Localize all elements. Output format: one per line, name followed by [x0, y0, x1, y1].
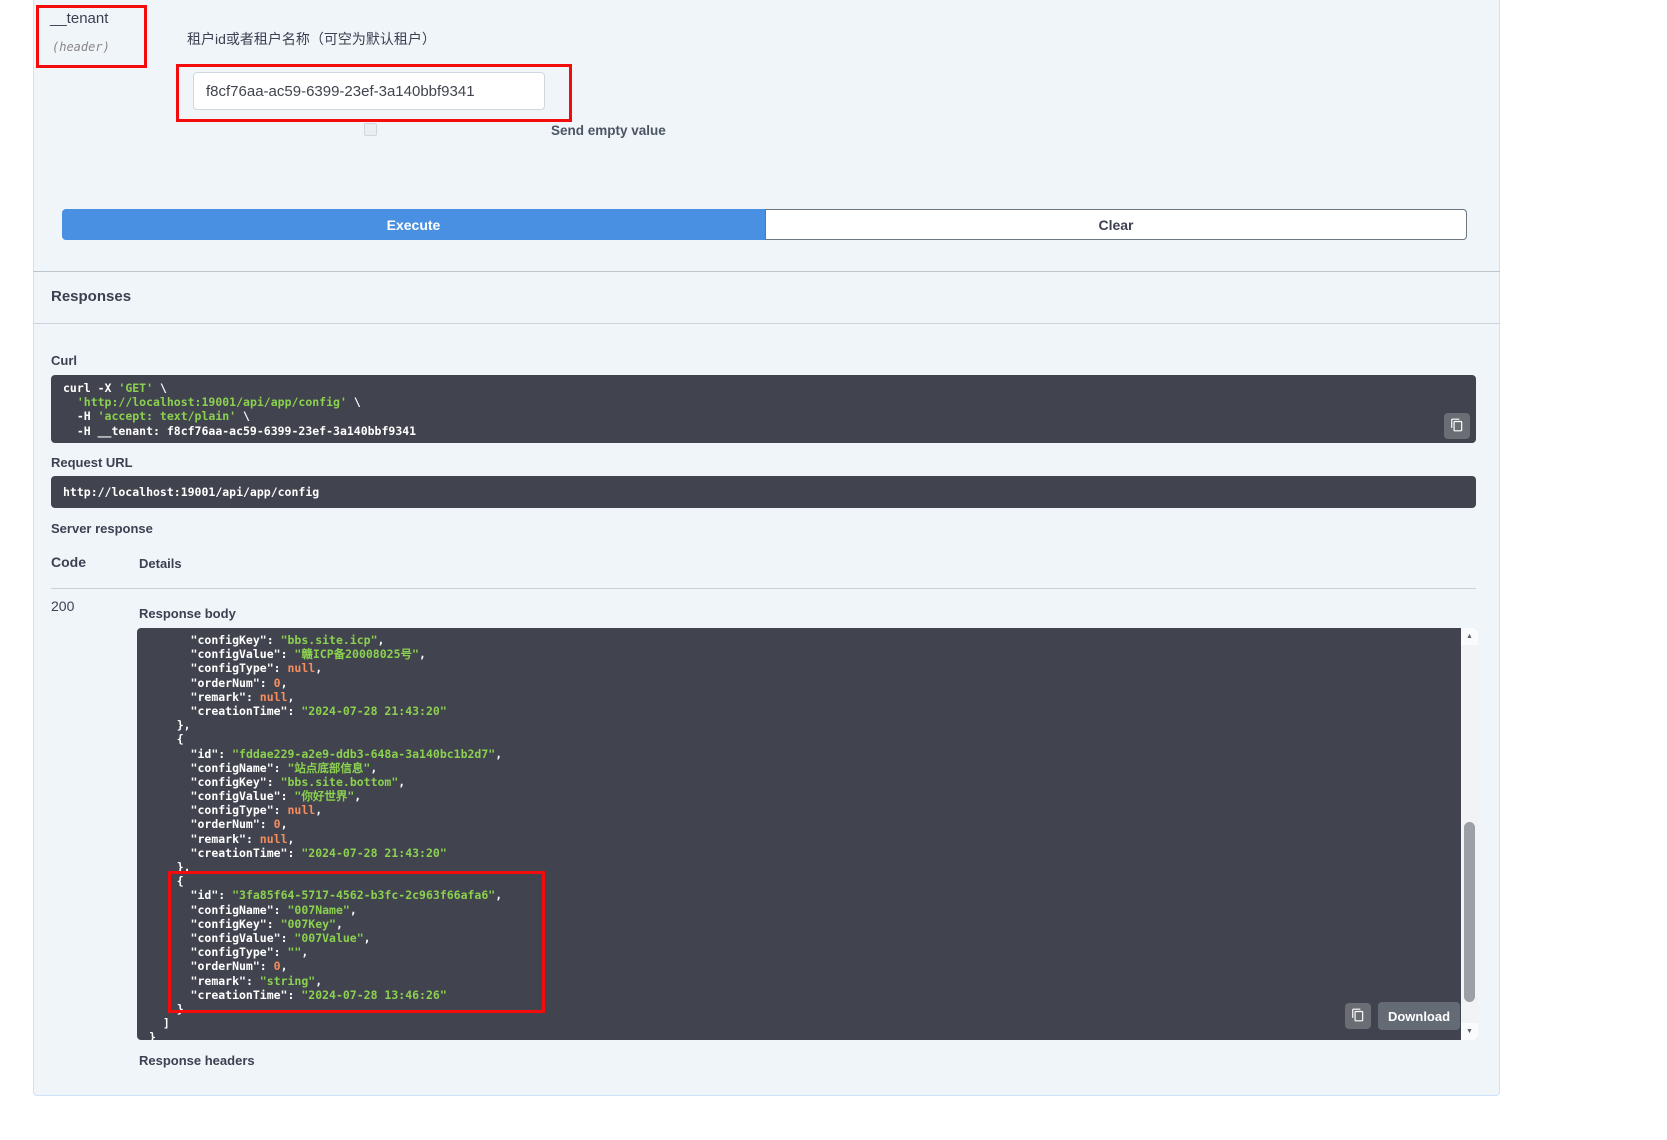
request-url-value: http://localhost:19001/api/app/config [63, 485, 1464, 499]
response-body-block[interactable]: "configKey": "bbs.site.icp", "configValu… [137, 628, 1478, 1040]
code-line: "creationTime": "2024-07-28 13:46:26" [149, 988, 1466, 1002]
code-line: curl -X 'GET' \ [63, 381, 1464, 395]
code-line: "id": "3fa85f64-5717-4562-b3fc-2c963f66a… [149, 888, 1466, 902]
scrollbar-thumb[interactable] [1464, 822, 1475, 1002]
code-line: } [149, 1030, 1466, 1040]
code-line: "configKey": "bbs.site.bottom", [149, 775, 1466, 789]
execute-button[interactable]: Execute [62, 209, 765, 240]
code-line: "remark": "string", [149, 974, 1466, 988]
swagger-operation-panel: __tenant (header) 租户id或者租户名称（可空为默认租户） Se… [0, 0, 1667, 1140]
tenant-input[interactable] [193, 72, 545, 110]
download-button[interactable]: Download [1378, 1002, 1460, 1030]
request-url-label: Request URL [51, 455, 133, 470]
scroll-down-icon: ▼ [1466, 1028, 1473, 1035]
param-location: (header) [52, 40, 110, 54]
code-line: "id": "fddae229-a2e9-ddb3-648a-3a140bc1b… [149, 747, 1466, 761]
code-line: "configKey": "007Key", [149, 917, 1466, 931]
status-code: 200 [51, 598, 74, 614]
curl-command-block: curl -X 'GET' \ 'http://localhost:19001/… [51, 375, 1476, 443]
response-body-label: Response body [139, 606, 236, 621]
clipboard-icon [1351, 1008, 1365, 1025]
code-line: "remark": null, [149, 690, 1466, 704]
param-name: __tenant [50, 10, 108, 27]
code-line: -H 'accept: text/plain' \ [63, 409, 1464, 423]
code-line: "configType": null, [149, 661, 1466, 675]
code-line: "creationTime": "2024-07-28 21:43:20" [149, 846, 1466, 860]
param-description: 租户id或者租户名称（可空为默认租户） [187, 29, 436, 49]
code-line: "creationTime": "2024-07-28 21:43:20" [149, 704, 1466, 718]
code-line: ] [149, 1016, 1466, 1030]
code-line: }, [149, 718, 1466, 732]
code-line: { [149, 732, 1466, 746]
copy-curl-button[interactable] [1444, 413, 1470, 439]
response-body-scrollbar[interactable]: ▲ ▼ [1461, 628, 1478, 1040]
code-line: }, [149, 860, 1466, 874]
code-line: { [149, 874, 1466, 888]
curl-label: Curl [51, 353, 77, 368]
code-line: "configType": null, [149, 803, 1466, 817]
code-line: "remark": null, [149, 832, 1466, 846]
scroll-up-icon: ▲ [1466, 633, 1473, 640]
code-line: "configKey": "bbs.site.icp", [149, 633, 1466, 647]
code-line: "configValue": "赣ICP备20008025号", [149, 647, 1466, 661]
divider [33, 323, 1500, 324]
divider [33, 271, 1500, 272]
code-line: "configValue": "007Value", [149, 931, 1466, 945]
clipboard-icon [1450, 418, 1464, 435]
copy-response-button[interactable] [1345, 1003, 1371, 1029]
scroll-down-button[interactable]: ▼ [1461, 1023, 1478, 1040]
response-headers-label: Response headers [139, 1053, 255, 1068]
request-url-block: http://localhost:19001/api/app/config [51, 476, 1476, 508]
responses-section-title: Responses [51, 288, 131, 305]
clear-button[interactable]: Clear [765, 209, 1467, 240]
send-empty-label: Send empty value [551, 123, 666, 138]
code-line: "configName": "站点底部信息", [149, 761, 1466, 775]
code-line: 'http://localhost:19001/api/app/config' … [63, 395, 1464, 409]
code-column-header: Code [51, 554, 86, 570]
code-line: "configType": "", [149, 945, 1466, 959]
server-response-label: Server response [51, 521, 153, 536]
scroll-up-button[interactable]: ▲ [1461, 628, 1478, 645]
code-line: "configValue": "你好世界", [149, 789, 1466, 803]
code-line: "orderNum": 0, [149, 959, 1466, 973]
details-column-header: Details [139, 556, 182, 571]
send-empty-checkbox[interactable] [364, 123, 377, 136]
divider [51, 588, 1476, 589]
code-line: -H __tenant: f8cf76aa-ac59-6399-23ef-3a1… [63, 424, 1464, 438]
code-line: "orderNum": 0, [149, 676, 1466, 690]
code-line: "orderNum": 0, [149, 817, 1466, 831]
code-line: } [149, 1002, 1466, 1016]
code-line: "configName": "007Name", [149, 903, 1466, 917]
